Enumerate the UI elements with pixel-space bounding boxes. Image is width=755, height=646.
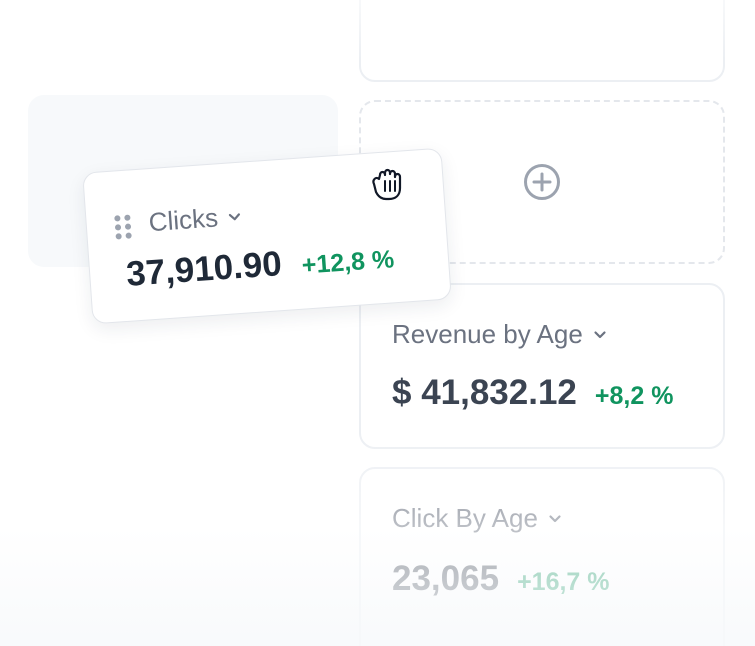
widget-title: Clicks	[147, 202, 219, 238]
widget-card-top[interactable]	[359, 0, 725, 82]
widget-change: +16,7 %	[517, 568, 610, 596]
widget-card-click-by-age[interactable]: Click By Age 23,065 +16,7 %	[359, 467, 725, 646]
widget-title: Revenue by Age	[392, 319, 583, 349]
chevron-down-icon[interactable]	[227, 209, 242, 224]
widget-title-dropdown[interactable]: Revenue by Age	[392, 319, 607, 350]
widget-change: +12,8 %	[300, 245, 396, 280]
widget-value: $ 41,832.12	[392, 373, 577, 412]
widget-change: +8,2 %	[594, 382, 674, 410]
widget-title: Click By Age	[392, 503, 538, 533]
widget-metric: 37,910.90 +12,8 %	[125, 236, 395, 295]
widget-value: 37,910.90	[124, 244, 284, 294]
drag-handle-icon[interactable]	[114, 214, 132, 241]
widget-title-dropdown[interactable]: Click By Age	[392, 503, 562, 534]
chevron-down-icon[interactable]	[548, 512, 562, 526]
grab-hand-icon	[372, 168, 402, 201]
widget-metric: $ 41,832.12 +8,2 %	[392, 373, 673, 413]
widget-title-dropdown[interactable]: Clicks	[148, 201, 243, 238]
widget-value: 23,065	[392, 559, 500, 598]
widget-card-revenue-by-age[interactable]: Revenue by Age $ 41,832.12 +8,2 %	[359, 283, 725, 449]
widget-board: Revenue by Age $ 41,832.12 +8,2 % Click …	[0, 0, 755, 646]
widget-metric: 23,065 +16,7 %	[392, 559, 610, 599]
plus-circle-icon[interactable]	[522, 162, 562, 202]
chevron-down-icon[interactable]	[593, 328, 607, 342]
